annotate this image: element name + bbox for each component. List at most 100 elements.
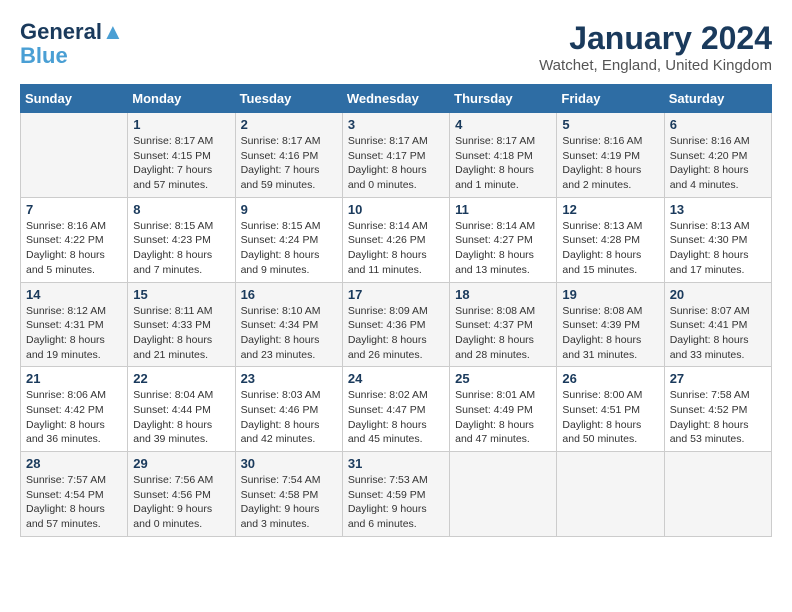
calendar-cell <box>450 452 557 537</box>
calendar-cell: 25 Sunrise: 8:01 AMSunset: 4:49 PMDayligh… <box>450 367 557 452</box>
calendar-cell <box>21 113 128 198</box>
calendar-cell: 2 Sunrise: 8:17 AMSunset: 4:16 PMDaylight… <box>235 113 342 198</box>
calendar-cell: 8 Sunrise: 8:15 AMSunset: 4:23 PMDaylight… <box>128 197 235 282</box>
day-detail: Sunrise: 8:00 AMSunset: 4:51 PMDaylight:… <box>562 388 658 447</box>
day-detail: Sunrise: 8:12 AMSunset: 4:31 PMDaylight:… <box>26 304 122 363</box>
calendar-cell: 10 Sunrise: 8:14 AMSunset: 4:26 PMDayligh… <box>342 197 449 282</box>
day-number: 7 <box>26 202 122 217</box>
day-number: 15 <box>133 287 229 302</box>
day-detail: Sunrise: 8:17 AMSunset: 4:16 PMDaylight:… <box>241 134 337 193</box>
day-detail: Sunrise: 8:16 AMSunset: 4:22 PMDaylight:… <box>26 219 122 278</box>
day-number: 4 <box>455 117 551 132</box>
day-detail: Sunrise: 8:10 AMSunset: 4:34 PMDaylight:… <box>241 304 337 363</box>
day-detail: Sunrise: 8:16 AMSunset: 4:19 PMDaylight:… <box>562 134 658 193</box>
day-number: 31 <box>348 456 444 471</box>
day-detail: Sunrise: 8:03 AMSunset: 4:46 PMDaylight:… <box>241 388 337 447</box>
calendar-cell <box>664 452 771 537</box>
logo: General▲ Blue <box>20 20 124 68</box>
day-detail: Sunrise: 7:56 AMSunset: 4:56 PMDaylight:… <box>133 473 229 532</box>
day-number: 5 <box>562 117 658 132</box>
page-header: General▲ Blue January 2024 Watchet, Engl… <box>20 20 772 74</box>
calendar-cell: 18 Sunrise: 8:08 AMSunset: 4:37 PMDayligh… <box>450 282 557 367</box>
day-detail: Sunrise: 8:17 AMSunset: 4:15 PMDaylight:… <box>133 134 229 193</box>
calendar-cell: 21Sunrise: 8:06 AMSunset: 4:42 PMDayligh… <box>21 367 128 452</box>
day-number: 8 <box>133 202 229 217</box>
calendar-cell: 28 Sunrise: 7:57 AMSunset: 4:54 PMDayligh… <box>21 452 128 537</box>
day-number: 17 <box>348 287 444 302</box>
calendar-cell: 31 Sunrise: 7:53 AMSunset: 4:59 PMDayligh… <box>342 452 449 537</box>
column-header-monday: Monday <box>128 85 235 113</box>
column-header-tuesday: Tuesday <box>235 85 342 113</box>
day-number: 14 <box>26 287 122 302</box>
day-detail: Sunrise: 8:14 AMSunset: 4:26 PMDaylight:… <box>348 219 444 278</box>
calendar-subtitle: Watchet, England, United Kingdom <box>539 57 772 74</box>
day-number: 11 <box>455 202 551 217</box>
day-number: 6 <box>670 117 766 132</box>
calendar-cell: 22 Sunrise: 8:04 AMSunset: 4:44 PMDayligh… <box>128 367 235 452</box>
day-number: 22 <box>133 371 229 386</box>
column-header-wednesday: Wednesday <box>342 85 449 113</box>
calendar-cell: 20Sunrise: 8:07 AMSunset: 4:41 PMDayligh… <box>664 282 771 367</box>
calendar-cell: 24 Sunrise: 8:02 AMSunset: 4:47 PMDayligh… <box>342 367 449 452</box>
day-detail: Sunrise: 8:08 AMSunset: 4:39 PMDaylight:… <box>562 304 658 363</box>
calendar-table: SundayMondayTuesdayWednesdayThursdayFrid… <box>20 84 772 537</box>
day-number: 3 <box>348 117 444 132</box>
day-detail: Sunrise: 8:15 AMSunset: 4:24 PMDaylight:… <box>241 219 337 278</box>
day-number: 18 <box>455 287 551 302</box>
logo-text: General▲ Blue <box>20 20 124 68</box>
day-detail: Sunrise: 8:13 AMSunset: 4:30 PMDaylight:… <box>670 219 766 278</box>
calendar-cell: 11 Sunrise: 8:14 AMSunset: 4:27 PMDayligh… <box>450 197 557 282</box>
day-detail: Sunrise: 7:53 AMSunset: 4:59 PMDaylight:… <box>348 473 444 532</box>
calendar-title: January 2024 <box>539 20 772 57</box>
calendar-cell: 15 Sunrise: 8:11 AMSunset: 4:33 PMDayligh… <box>128 282 235 367</box>
calendar-cell: 13 Sunrise: 8:13 AMSunset: 4:30 PMDayligh… <box>664 197 771 282</box>
day-number: 10 <box>348 202 444 217</box>
day-detail: Sunrise: 8:09 AMSunset: 4:36 PMDaylight:… <box>348 304 444 363</box>
day-detail: Sunrise: 7:57 AMSunset: 4:54 PMDaylight:… <box>26 473 122 532</box>
calendar-cell: 19 Sunrise: 8:08 AMSunset: 4:39 PMDayligh… <box>557 282 664 367</box>
day-number: 27 <box>670 371 766 386</box>
calendar-cell: 9 Sunrise: 8:15 AMSunset: 4:24 PMDaylight… <box>235 197 342 282</box>
day-detail: Sunrise: 8:04 AMSunset: 4:44 PMDaylight:… <box>133 388 229 447</box>
day-detail: Sunrise: 8:11 AMSunset: 4:33 PMDaylight:… <box>133 304 229 363</box>
day-detail: Sunrise: 8:08 AMSunset: 4:37 PMDaylight:… <box>455 304 551 363</box>
day-detail: Sunrise: 8:02 AMSunset: 4:47 PMDaylight:… <box>348 388 444 447</box>
day-detail: Sunrise: 8:16 AMSunset: 4:20 PMDaylight:… <box>670 134 766 193</box>
calendar-cell: 12 Sunrise: 8:13 AMSunset: 4:28 PMDayligh… <box>557 197 664 282</box>
calendar-cell: 29 Sunrise: 7:56 AMSunset: 4:56 PMDayligh… <box>128 452 235 537</box>
day-detail: Sunrise: 8:07 AMSunset: 4:41 PMDaylight:… <box>670 304 766 363</box>
calendar-cell: 6 Sunrise: 8:16 AMSunset: 4:20 PMDaylight… <box>664 113 771 198</box>
day-detail: Sunrise: 8:01 AMSunset: 4:49 PMDaylight:… <box>455 388 551 447</box>
day-number: 13 <box>670 202 766 217</box>
day-number: 29 <box>133 456 229 471</box>
day-number: 24 <box>348 371 444 386</box>
column-header-saturday: Saturday <box>664 85 771 113</box>
day-number: 19 <box>562 287 658 302</box>
day-number: 25 <box>455 371 551 386</box>
day-detail: Sunrise: 7:58 AMSunset: 4:52 PMDaylight:… <box>670 388 766 447</box>
column-header-thursday: Thursday <box>450 85 557 113</box>
calendar-cell: 3 Sunrise: 8:17 AMSunset: 4:17 PMDaylight… <box>342 113 449 198</box>
day-detail: Sunrise: 7:54 AMSunset: 4:58 PMDaylight:… <box>241 473 337 532</box>
calendar-cell <box>557 452 664 537</box>
calendar-cell: 23 Sunrise: 8:03 AMSunset: 4:46 PMDayligh… <box>235 367 342 452</box>
day-number: 2 <box>241 117 337 132</box>
calendar-cell: 27 Sunrise: 7:58 AMSunset: 4:52 PMDayligh… <box>664 367 771 452</box>
day-detail: Sunrise: 8:14 AMSunset: 4:27 PMDaylight:… <box>455 219 551 278</box>
calendar-cell: 30 Sunrise: 7:54 AMSunset: 4:58 PMDayligh… <box>235 452 342 537</box>
day-number: 12 <box>562 202 658 217</box>
day-detail: Sunrise: 8:13 AMSunset: 4:28 PMDaylight:… <box>562 219 658 278</box>
day-number: 1 <box>133 117 229 132</box>
calendar-cell: 14 Sunrise: 8:12 AMSunset: 4:31 PMDayligh… <box>21 282 128 367</box>
day-number: 28 <box>26 456 122 471</box>
calendar-cell: 5 Sunrise: 8:16 AMSunset: 4:19 PMDaylight… <box>557 113 664 198</box>
calendar-cell: 17 Sunrise: 8:09 AMSunset: 4:36 PMDayligh… <box>342 282 449 367</box>
title-area: January 2024 Watchet, England, United Ki… <box>539 20 772 74</box>
day-number: 9 <box>241 202 337 217</box>
calendar-cell: 7 Sunrise: 8:16 AMSunset: 4:22 PMDaylight… <box>21 197 128 282</box>
day-number: 30 <box>241 456 337 471</box>
day-number: 16 <box>241 287 337 302</box>
day-detail: Sunrise: 8:15 AMSunset: 4:23 PMDaylight:… <box>133 219 229 278</box>
day-detail: Sunrise: 8:17 AMSunset: 4:17 PMDaylight:… <box>348 134 444 193</box>
day-number: 23 <box>241 371 337 386</box>
